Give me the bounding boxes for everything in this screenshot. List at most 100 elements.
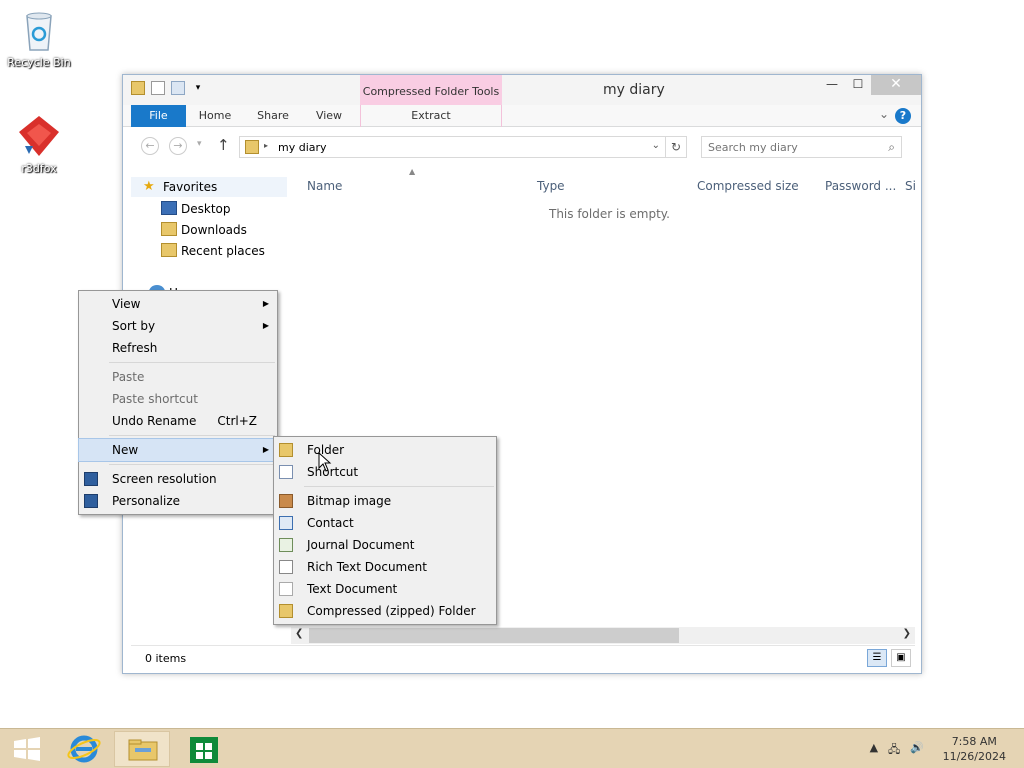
- tab-home[interactable]: Home: [193, 105, 237, 127]
- screen-resolution-icon: [84, 472, 98, 486]
- column-header-size[interactable]: Si: [905, 179, 915, 193]
- start-button[interactable]: [0, 731, 56, 767]
- zipped-folder-icon: [279, 604, 293, 618]
- recent-places-icon: [161, 243, 177, 257]
- menu-item-label: Journal Document: [307, 538, 415, 552]
- close-button[interactable]: ✕: [871, 75, 921, 95]
- recent-locations-icon[interactable]: ▾: [197, 139, 202, 149]
- new-folder-icon[interactable]: [171, 81, 185, 95]
- search-box[interactable]: ⌕: [701, 136, 902, 158]
- sort-indicator-icon: ▲: [409, 167, 416, 176]
- search-icon: ⌕: [888, 140, 895, 154]
- menu-item-refresh[interactable]: Refresh: [79, 337, 277, 359]
- folder-small-icon[interactable]: [131, 81, 145, 95]
- new-item-bitmap-image[interactable]: Bitmap image: [274, 490, 496, 512]
- minimize-button[interactable]: —: [819, 75, 845, 95]
- taskbar-internet-explorer[interactable]: [56, 731, 112, 767]
- tab-share[interactable]: Share: [251, 105, 295, 127]
- new-item-rich-text-document[interactable]: Rich Text Document: [274, 556, 496, 578]
- breadcrumb-separator-icon: ▸: [264, 141, 269, 150]
- new-item-compressed-folder[interactable]: Compressed (zipped) Folder: [274, 600, 496, 622]
- help-icon[interactable]: ?: [895, 108, 911, 124]
- new-item-text-document[interactable]: Text Document: [274, 578, 496, 600]
- properties-icon[interactable]: [151, 81, 165, 95]
- address-dropdown-icon[interactable]: ⌄: [652, 140, 660, 151]
- refresh-button[interactable]: ↻: [665, 136, 687, 158]
- desktop-icon-r3dfox[interactable]: r3dfox: [0, 112, 78, 175]
- volume-icon[interactable]: 🔊: [910, 741, 924, 760]
- column-header-compressed-size[interactable]: Compressed size: [697, 179, 799, 193]
- menu-item-label: Text Document: [307, 582, 398, 596]
- tab-file[interactable]: File: [131, 105, 186, 127]
- customize-qat-icon[interactable]: ▾: [191, 81, 205, 95]
- forward-button[interactable]: →: [169, 137, 187, 155]
- menu-item-view[interactable]: View ▶: [79, 293, 277, 315]
- network-icon[interactable]: 🖧: [888, 741, 900, 760]
- menu-item-paste-shortcut: Paste shortcut: [79, 388, 277, 410]
- bitmap-image-icon: [279, 494, 293, 508]
- menu-item-label: Bitmap image: [307, 494, 392, 508]
- menu-item-label: Rich Text Document: [307, 560, 427, 574]
- maximize-button[interactable]: ☐: [845, 75, 871, 95]
- submenu-arrow-icon: ▶: [262, 299, 269, 308]
- menu-item-label: Screen resolution: [112, 472, 217, 486]
- taskbar-store[interactable]: [174, 731, 230, 767]
- desktop-icon-label: r3dfox: [21, 162, 57, 175]
- column-header-name[interactable]: Name: [307, 179, 342, 193]
- breadcrumb[interactable]: my diary: [278, 141, 327, 154]
- show-hidden-icons-icon[interactable]: ▲: [870, 741, 878, 760]
- menu-separator: [109, 435, 275, 436]
- nav-favorites[interactable]: ★ Favorites: [131, 177, 287, 197]
- menu-item-undo-rename[interactable]: Undo Rename Ctrl+Z: [79, 410, 277, 432]
- new-item-journal-document[interactable]: Journal Document: [274, 534, 496, 556]
- recycle-bin-icon: [15, 6, 63, 54]
- taskbar-file-explorer[interactable]: [114, 731, 170, 767]
- search-input[interactable]: [708, 141, 878, 154]
- submenu-arrow-icon: ▶: [262, 445, 269, 454]
- text-document-icon: [279, 582, 293, 596]
- nav-item-desktop[interactable]: Desktop: [161, 199, 231, 219]
- clock-date: 11/26/2024: [942, 750, 1006, 763]
- store-icon: [190, 737, 218, 763]
- back-button[interactable]: ←: [141, 137, 159, 155]
- clock[interactable]: 7:58 AM 11/26/2024: [943, 734, 1006, 764]
- details-view-button[interactable]: ☰: [867, 649, 887, 667]
- large-icons-view-button[interactable]: ▣: [891, 649, 911, 667]
- ribbon-tabs: File Home Share View Extract ⌄ ?: [123, 105, 921, 127]
- menu-separator: [109, 362, 275, 363]
- desktop-icon-recycle-bin[interactable]: Recycle Bin: [0, 6, 78, 69]
- menu-item-screen-resolution[interactable]: Screen resolution: [79, 468, 277, 490]
- desktop-icon-label: Recycle Bin: [7, 56, 71, 69]
- address-bar[interactable]: ▸ my diary ⌄: [239, 136, 687, 158]
- scroll-right-icon[interactable]: ❯: [903, 628, 911, 639]
- item-count: 0 items: [145, 652, 187, 665]
- journal-document-icon: [279, 538, 293, 552]
- expand-ribbon-icon[interactable]: ⌄: [879, 107, 889, 121]
- new-item-folder[interactable]: Folder: [274, 439, 496, 461]
- folder-icon: [279, 443, 293, 457]
- new-item-shortcut[interactable]: Shortcut: [274, 461, 496, 483]
- star-icon: ★: [143, 179, 155, 194]
- new-item-contact[interactable]: Contact: [274, 512, 496, 534]
- menu-item-label: Shortcut: [307, 465, 359, 479]
- menu-item-label: New: [112, 443, 139, 457]
- menu-item-new[interactable]: New ▶: [78, 438, 278, 462]
- tab-view[interactable]: View: [309, 105, 349, 127]
- column-header-password[interactable]: Password ...: [825, 179, 896, 193]
- nav-item-downloads[interactable]: Downloads: [161, 220, 247, 240]
- scroll-left-icon[interactable]: ❮: [295, 628, 303, 639]
- r3dfox-app-icon: [15, 112, 63, 160]
- menu-item-sort-by[interactable]: Sort by ▶: [79, 315, 277, 337]
- menu-item-label: View: [112, 297, 141, 311]
- menu-item-label: Contact: [307, 516, 354, 530]
- desktop-context-menu: View ▶ Sort by ▶ Refresh Paste Paste short…: [78, 290, 278, 515]
- contextual-tab-group: Compressed Folder Tools: [360, 75, 502, 105]
- horizontal-scrollbar[interactable]: ❮ ❯: [291, 627, 915, 644]
- scrollbar-thumb[interactable]: [309, 628, 679, 643]
- tab-extract[interactable]: Extract: [360, 105, 502, 127]
- menu-item-personalize[interactable]: Personalize: [79, 490, 277, 512]
- column-header-type[interactable]: Type: [537, 179, 565, 193]
- up-button[interactable]: ↑: [217, 136, 230, 154]
- menu-separator: [304, 486, 494, 487]
- nav-item-recent-places[interactable]: Recent places: [161, 241, 265, 261]
